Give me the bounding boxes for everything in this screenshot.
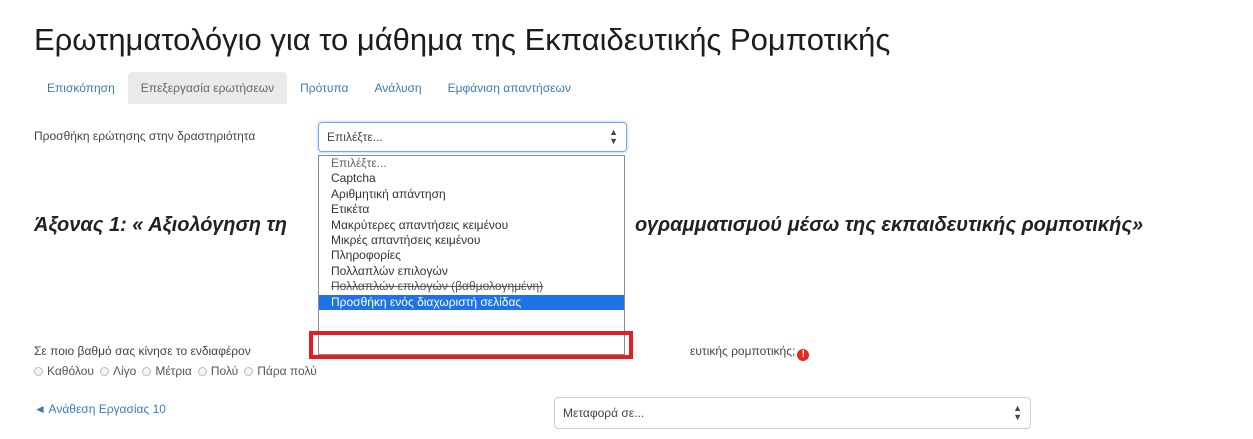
option-label: Πολύ [210,364,239,378]
question-text-right: ευτικής ρομποτικής; [690,344,796,358]
tab-templates[interactable]: Πρότυπα [287,72,361,104]
question-text-right-wrap: ευτικής ρομποτικής;! [690,344,810,361]
add-question-label: Προσθήκη ερώτησης στην δραστηριότητα [34,129,256,143]
section-heading-right: ογραμματισμού μέσω της εκπαιδευτικής ρομ… [635,214,1144,236]
previous-activity-link[interactable]: ◄ Ανάθεση Εργασίας 10 [34,402,166,416]
option-moderate[interactable]: Μέτρια [142,364,192,378]
required-icon: ! [797,349,810,361]
question-text: Σε ποιο βαθμό σας κίνησε το ενδιαφέρον ε… [34,344,810,361]
dropdown-option-selected[interactable]: Προσθήκη ενός διαχωριστή σελίδας [319,294,624,310]
tab-edit-questions[interactable]: Επεξεργασία ερωτήσεων [127,72,288,104]
add-question-select[interactable]: Επιλέξτε... ▲ ▼ [318,122,627,152]
radio-icon[interactable] [244,366,254,376]
option-very-much[interactable]: Πάρα πολύ [244,364,317,378]
select-chevron-icon: ▲ ▼ [1013,403,1022,422]
dropdown-option[interactable]: Επιλέξτε... [319,156,624,171]
radio-icon[interactable] [34,366,43,376]
radio-icon[interactable] [197,366,207,376]
jump-to-select[interactable]: Μεταφορά σε... ▲ ▼ [554,397,1031,429]
dropdown-option[interactable]: Captcha [319,171,624,186]
option-much[interactable]: Πολύ [197,364,239,378]
section-heading-left: Άξονας 1: « Αξιολόγηση τη [34,214,287,236]
jump-to-select-value: Μεταφορά σε... [563,406,645,420]
dropdown-option[interactable]: Πολλαπλών επιλογών (βαθμολογημένη) [319,279,624,294]
option-label: Πάρα πολύ [257,364,317,378]
dropdown-option[interactable]: Μικρές απαντήσεις κειμένου [319,233,624,248]
option-little[interactable]: Λίγο [99,364,137,378]
page-title: Ερωτηματολόγιο για το μάθημα της Εκπαιδε… [34,22,891,57]
dropdown-option[interactable]: Μακρύτερες απαντήσεις κειμένου [319,218,624,233]
option-label: Μέτρια [155,364,192,378]
dropdown-option[interactable]: Πολλαπλών επιλογών [319,264,624,279]
tab-bar: Επισκόπηση Επεξεργασία ερωτήσεων Πρότυπα… [34,72,584,104]
select-chevron-icon: ▲ ▼ [609,127,618,146]
question-text-left: Σε ποιο βαθμό σας κίνησε το ενδιαφέρον [34,344,251,358]
radio-icon[interactable] [142,366,152,376]
option-none[interactable]: Καθόλου [34,364,94,378]
answer-options: Καθόλου Λίγο Μέτρια Πολύ Πάρα πολύ [34,364,323,378]
dropdown-option[interactable]: Αριθμητική απάντηση [319,187,624,202]
add-question-select-value: Επιλέξτε... [327,130,383,144]
tab-show-responses[interactable]: Εμφάνιση απαντήσεων [435,72,584,104]
dropdown-option[interactable]: Ετικέτα [319,202,624,217]
question-type-dropdown-list: Επιλέξτε... Captcha Αριθμητική απάντηση … [318,155,625,355]
dropdown-option[interactable]: Πληροφορίες [319,248,624,263]
tab-overview[interactable]: Επισκόπηση [34,72,128,104]
radio-icon[interactable] [99,366,109,376]
option-label: Καθόλου [47,364,94,378]
option-label: Λίγο [112,364,137,378]
section-heading: Άξονας 1: « Αξιολόγηση τη ογραμματισμού … [34,214,1143,237]
tab-analysis[interactable]: Ανάλυση [362,72,435,104]
